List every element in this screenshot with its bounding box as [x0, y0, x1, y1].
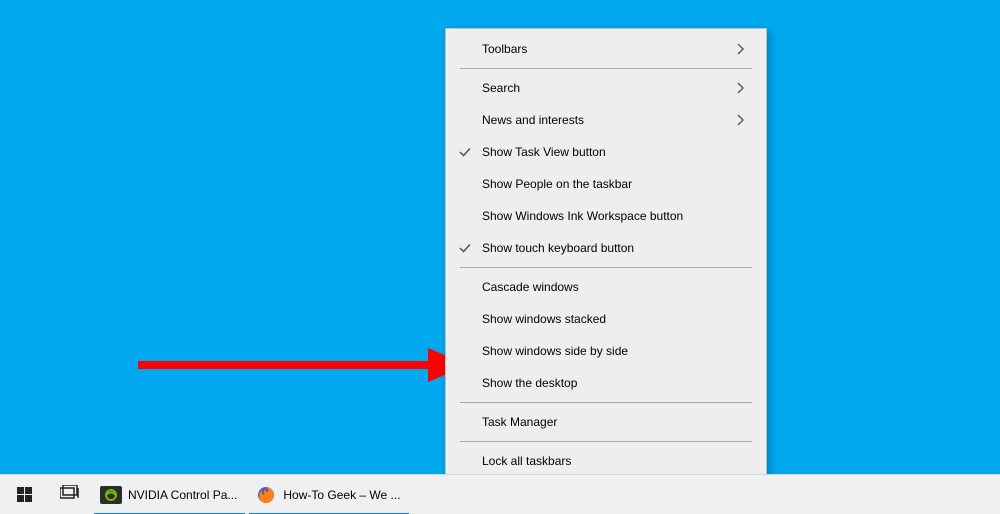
check-icon: [448, 145, 482, 159]
taskbar-app-label: NVIDIA Control Pa...: [128, 488, 237, 502]
menu-label: Show windows side by side: [482, 344, 748, 358]
start-button[interactable]: [0, 475, 48, 514]
menu-item-cascade-windows[interactable]: Cascade windows: [448, 271, 764, 303]
taskbar-app-nvidia[interactable]: NVIDIA Control Pa...: [92, 475, 247, 514]
menu-label: Cascade windows: [482, 280, 748, 294]
menu-item-task-manager[interactable]: Task Manager: [448, 406, 764, 438]
menu-separator: [460, 267, 752, 268]
menu-item-toolbars[interactable]: Toolbars: [448, 33, 764, 65]
menu-item-show-stacked[interactable]: Show windows stacked: [448, 303, 764, 335]
menu-label: Show People on the taskbar: [482, 177, 748, 191]
menu-item-side-by-side[interactable]: Show windows side by side: [448, 335, 764, 367]
nvidia-icon: [100, 484, 122, 506]
taskbar: NVIDIA Control Pa... How-To Geek – We ..…: [0, 474, 1000, 514]
annotation-arrow-icon: [138, 340, 468, 390]
taskbar-app-firefox[interactable]: How-To Geek – We ...: [247, 475, 410, 514]
menu-label: Search: [482, 81, 732, 95]
menu-label: Show windows stacked: [482, 312, 748, 326]
taskbar-context-menu: Toolbars Search News and interests Sh: [445, 28, 767, 514]
task-view-button[interactable]: [48, 475, 92, 514]
menu-separator: [460, 402, 752, 403]
taskbar-app-label: How-To Geek – We ...: [283, 488, 400, 502]
windows-logo-icon: [17, 487, 32, 502]
menu-label: Show touch keyboard button: [482, 241, 748, 255]
firefox-icon: [255, 484, 277, 506]
menu-item-show-desktop[interactable]: Show the desktop: [448, 367, 764, 399]
menu-separator: [460, 441, 752, 442]
task-view-icon: [60, 485, 80, 504]
menu-label: Show Windows Ink Workspace button: [482, 209, 748, 223]
menu-item-show-task-view[interactable]: Show Task View button: [448, 136, 764, 168]
menu-item-search[interactable]: Search: [448, 72, 764, 104]
menu-label: News and interests: [482, 113, 732, 127]
menu-item-news-interests[interactable]: News and interests: [448, 104, 764, 136]
menu-item-show-ink[interactable]: Show Windows Ink Workspace button: [448, 200, 764, 232]
menu-label: Task Manager: [482, 415, 748, 429]
menu-item-lock-taskbars[interactable]: Lock all taskbars: [448, 445, 764, 477]
chevron-right-icon: [732, 82, 748, 94]
chevron-right-icon: [732, 114, 748, 126]
chevron-right-icon: [732, 43, 748, 55]
menu-item-show-people[interactable]: Show People on the taskbar: [448, 168, 764, 200]
menu-separator: [460, 68, 752, 69]
check-icon: [448, 241, 482, 255]
menu-label: Show Task View button: [482, 145, 748, 159]
menu-label: Lock all taskbars: [482, 454, 748, 468]
menu-label: Show the desktop: [482, 376, 748, 390]
menu-item-show-touch-keyboard[interactable]: Show touch keyboard button: [448, 232, 764, 264]
desktop: Toolbars Search News and interests Sh: [0, 0, 1000, 514]
menu-label: Toolbars: [482, 42, 732, 56]
